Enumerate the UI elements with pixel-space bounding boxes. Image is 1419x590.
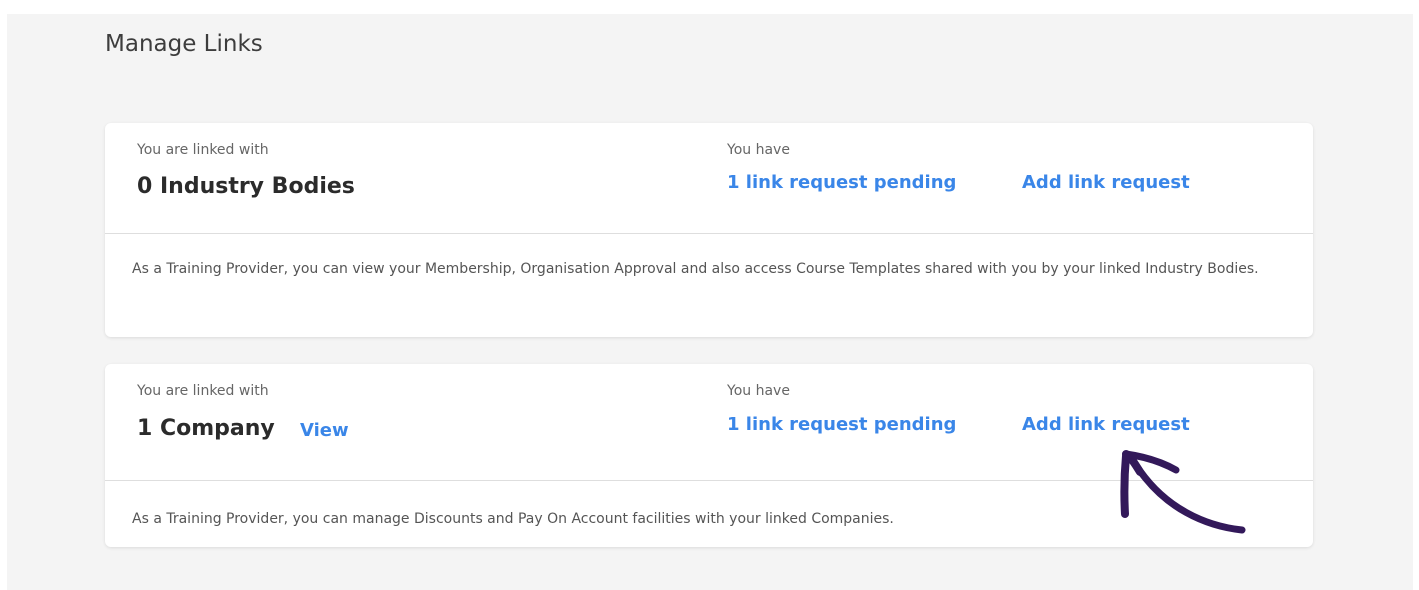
linked-with-label: You are linked with — [137, 383, 269, 399]
industry-bodies-description: As a Training Provider, you can view you… — [132, 261, 1259, 277]
industry-bodies-summary: You are linked with 0 Industry Bodies Yo… — [105, 123, 1313, 234]
you-have-label: You have — [727, 383, 790, 399]
industry-bodies-pending-link[interactable]: 1 link request pending — [727, 172, 956, 193]
page-title: Manage Links — [105, 31, 263, 57]
company-count: 1 Company — [137, 416, 275, 441]
you-have-label: You have — [727, 142, 790, 158]
company-add-link-request[interactable]: Add link request — [1022, 414, 1190, 435]
view-companies-link[interactable]: View — [300, 420, 349, 441]
company-pending-link[interactable]: 1 link request pending — [727, 414, 956, 435]
industry-bodies-count: 0 Industry Bodies — [137, 174, 355, 199]
linked-with-label: You are linked with — [137, 142, 269, 158]
industry-bodies-card: You are linked with 0 Industry Bodies Yo… — [105, 123, 1313, 337]
industry-bodies-add-link-request[interactable]: Add link request — [1022, 172, 1190, 193]
hand-drawn-arrow-icon — [1120, 450, 1246, 534]
